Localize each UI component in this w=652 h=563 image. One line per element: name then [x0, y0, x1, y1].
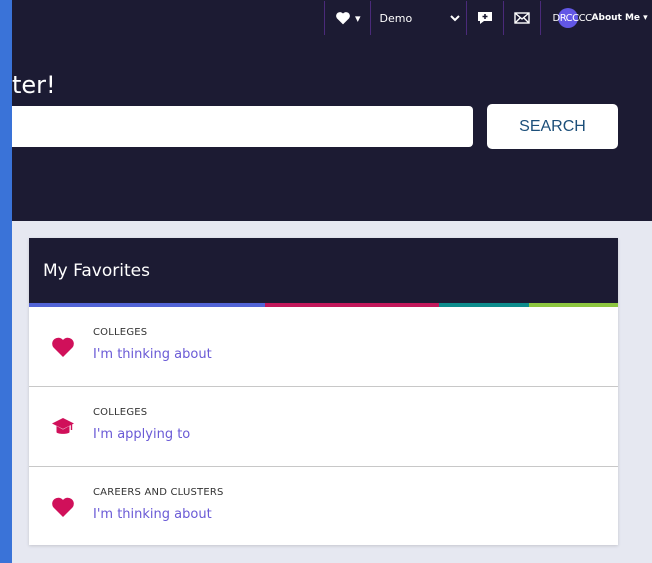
graduation-cap-icon — [52, 418, 74, 434]
profile-select[interactable]: Demo — [371, 12, 466, 25]
favorites-card: My Favorites COLLEGES I'm thinking about… — [29, 238, 618, 545]
about-me-label: About Me ▾ — [591, 13, 648, 23]
user-initials: DRCCCC — [552, 12, 593, 24]
favorites-title: My Favorites — [43, 260, 150, 281]
favorite-category: COLLEGES — [93, 327, 148, 338]
heart-icon — [52, 497, 74, 517]
list-item: COLLEGES I'm thinking about — [29, 307, 618, 387]
favorite-category: COLLEGES — [93, 407, 148, 418]
favorites-caret: ▾ — [355, 11, 361, 25]
chat-bubble-icon — [477, 12, 492, 24]
messages-button[interactable] — [504, 12, 540, 24]
list-item: CAREERS AND CLUSTERS I'm thinking about — [29, 467, 618, 546]
favorites-card-header: My Favorites — [29, 238, 618, 303]
favorite-link[interactable]: I'm applying to — [93, 427, 190, 442]
heart-icon — [336, 12, 350, 25]
favorite-link[interactable]: I'm thinking about — [93, 507, 212, 522]
top-navigation-bar: ▾ Demo DRCCCC About Me ▾ — [324, 0, 648, 36]
feedback-button[interactable] — [467, 11, 503, 25]
favorite-category: CAREERS AND CLUSTERS — [93, 487, 224, 498]
search-input[interactable] — [12, 106, 473, 147]
user-menu-button[interactable]: DRCCCC About Me ▾ — [541, 7, 648, 29]
page-title: ter! — [12, 71, 56, 99]
chevron-down-icon — [449, 14, 460, 21]
envelope-icon — [513, 12, 530, 24]
profile-select-value: Demo — [379, 11, 413, 25]
favorite-link[interactable]: I'm thinking about — [93, 347, 212, 362]
left-edge-strip — [0, 0, 12, 563]
list-item: COLLEGES I'm applying to — [29, 387, 618, 467]
search-button[interactable]: SEARCH — [487, 104, 618, 149]
heart-icon — [52, 337, 74, 357]
favorites-menu-button[interactable]: ▾ — [325, 11, 370, 25]
